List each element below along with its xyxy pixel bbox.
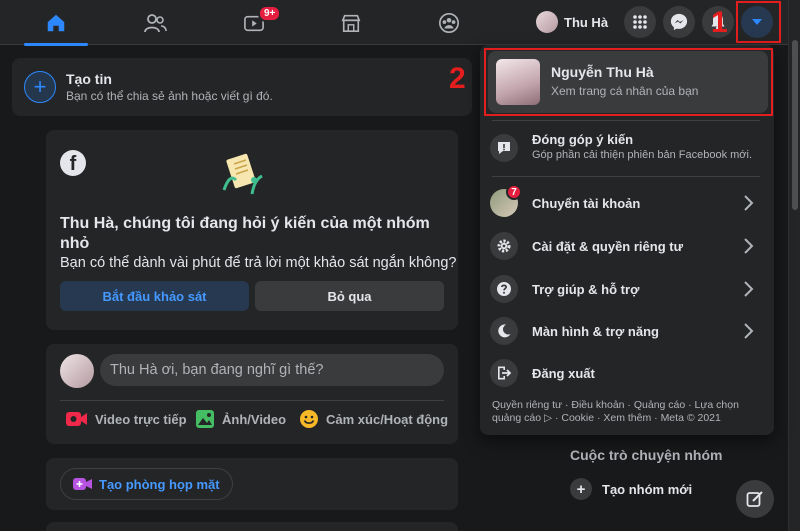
create-room-label: Tạo phòng họp mặt [99, 476, 220, 492]
chevron-right-icon [744, 281, 754, 297]
photo-video-label: Ảnh/Video [222, 411, 287, 427]
friends-icon [144, 13, 167, 32]
survey-illustration-icon [222, 153, 263, 195]
divider [60, 400, 444, 401]
profile-shortcut[interactable]: Thu Hà [536, 8, 608, 36]
feeling-activity-label: Cảm xúc/Hoạt động [326, 411, 449, 427]
footer-links[interactable]: Quyền riêng tư · Điều khoản · Quảng cáo … [492, 399, 762, 425]
display-accessibility-item[interactable]: Màn hình & trợ năng [490, 313, 766, 349]
switch-account-label: Chuyển tài khoản [532, 195, 641, 211]
new-message-button[interactable] [736, 480, 774, 518]
page-scrollbar[interactable] [788, 0, 800, 531]
video-camera-icon [73, 478, 92, 490]
survey-card: f Thu Hà, chúng tôi đang hỏi ý kiến của … [46, 130, 458, 330]
facebook-logo-icon: f [60, 150, 86, 176]
chevron-right-icon [744, 238, 754, 254]
messenger-icon [670, 13, 688, 31]
gear-icon [490, 232, 518, 260]
home-icon [47, 14, 65, 31]
settings-privacy-label: Cài đặt & quyền riêng tư [532, 238, 683, 254]
annotation-marker-1: 1 [711, 6, 728, 39]
profile-shortcut-name: Thu Hà [564, 14, 609, 30]
moon-icon [490, 317, 518, 345]
skip-survey-button[interactable]: Bỏ qua [255, 281, 444, 311]
give-feedback-item[interactable]: Đóng góp ý kiến Góp phần cải thiện phiên… [490, 128, 766, 168]
switch-account-item[interactable]: 7 Chuyển tài khoản [490, 184, 766, 221]
divider [492, 176, 760, 177]
whats-on-your-mind-input[interactable]: Thu Hà ơi, bạn đang nghĩ gì thế? [100, 354, 444, 386]
help-icon [490, 275, 518, 303]
menu-button[interactable] [624, 6, 656, 38]
grid-menu-icon [633, 15, 647, 29]
give-feedback-title: Đóng góp ý kiến [532, 132, 634, 147]
annotation-marker-2: 2 [449, 62, 466, 95]
photo-icon [196, 410, 214, 428]
create-new-group-label: Tạo nhóm mới [602, 481, 693, 497]
marketplace-tab[interactable] [313, 0, 389, 45]
create-story-card[interactable]: + Tạo tin Bạn có thể chia sẻ ảnh hoặc vi… [12, 58, 472, 116]
log-out-label: Đăng xuất [532, 365, 595, 381]
help-support-label: Trợ giúp & hỗ trợ [532, 281, 640, 297]
create-story-title: Tạo tin [66, 71, 112, 87]
display-accessibility-label: Màn hình & trợ năng [532, 323, 659, 339]
smiley-icon [300, 410, 318, 428]
groups-icon [439, 12, 459, 33]
survey-subtitle: Bạn có thể dành vài phút để trả lời một … [60, 255, 457, 271]
create-story-subtitle: Bạn có thể chia sẻ ảnh hoặc viết gì đó. [66, 89, 273, 103]
log-out-item[interactable]: Đăng xuất [490, 355, 766, 391]
logout-icon [490, 359, 518, 387]
chevron-right-icon [744, 195, 754, 211]
plus-icon: + [24, 71, 56, 103]
start-survey-button[interactable]: Bắt đầu khảo sát [60, 281, 249, 311]
store-icon [341, 14, 361, 32]
rooms-card: Tạo phòng họp mặt [46, 458, 458, 510]
group-conversations-heading: Cuộc trò chuyện nhóm [570, 447, 723, 463]
create-new-group-button[interactable]: + Tạo nhóm mới [570, 478, 692, 500]
avatar[interactable] [60, 354, 94, 388]
scrollbar-thumb[interactable] [792, 40, 798, 210]
top-navigation-bar: 9+ Thu Hà [0, 0, 788, 46]
avatar [536, 11, 558, 33]
messenger-button[interactable] [663, 6, 695, 38]
help-support-item[interactable]: Trợ giúp & hỗ trợ [490, 271, 766, 307]
chevron-right-icon [744, 323, 754, 339]
give-feedback-subtitle: Góp phần cải thiện phiên bản Facebook mớ… [532, 149, 753, 161]
compose-icon [746, 491, 763, 507]
create-room-button[interactable]: Tạo phòng họp mặt [60, 468, 233, 500]
watch-tab[interactable]: 9+ [216, 0, 292, 45]
next-feed-card [46, 522, 458, 531]
feedback-icon [490, 134, 518, 162]
survey-title: Thu Hà, chúng tôi đang hỏi ý kiến của mộ… [60, 215, 430, 252]
live-video-label: Video trực tiếp [95, 411, 187, 427]
annotation-box-1 [736, 1, 781, 43]
live-video-icon [66, 412, 87, 426]
watch-notification-badge: 9+ [258, 5, 282, 22]
friends-tab[interactable] [117, 0, 193, 45]
groups-tab[interactable] [411, 0, 487, 45]
annotation-box-2 [484, 48, 773, 116]
plus-icon: + [570, 478, 592, 500]
live-video-button[interactable]: Video trực tiếp [66, 408, 187, 430]
feeling-activity-button[interactable]: Cảm xúc/Hoạt động [299, 408, 448, 430]
divider [492, 120, 760, 121]
switch-account-badge: 7 [506, 184, 522, 200]
home-tab[interactable] [18, 0, 94, 46]
photo-video-button[interactable]: Ảnh/Video [195, 408, 286, 430]
post-composer: Thu Hà ơi, bạn đang nghĩ gì thế? Video t… [46, 344, 458, 444]
settings-privacy-item[interactable]: Cài đặt & quyền riêng tư [490, 228, 766, 264]
